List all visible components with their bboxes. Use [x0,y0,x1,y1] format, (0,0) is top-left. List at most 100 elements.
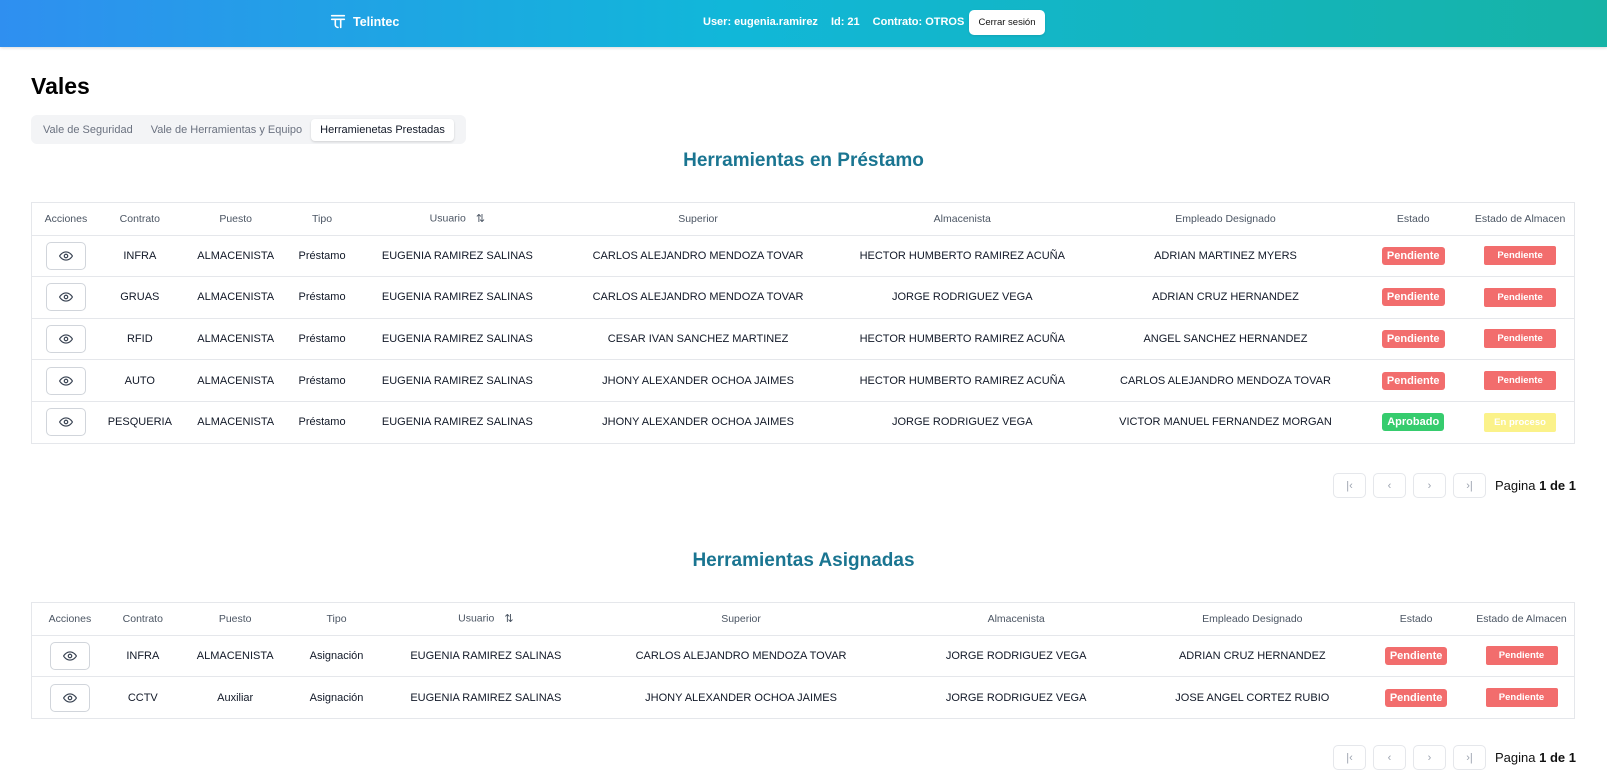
actions-cell [32,318,100,361]
cell-estado-almacen: Pendiente [1469,677,1574,719]
cell-usuario: EUGENIA RAMIREZ SALINAS [352,235,563,278]
table-row: AUTO ALMACENISTA Préstamo EUGENIA RAMIREZ S… [32,359,1574,402]
contract-label: Contrato: OTROS [872,16,965,28]
column-header: Contrato [107,603,178,636]
cell-tipo: Préstamo [291,276,353,319]
prev-page-button[interactable]: ‹ [1373,745,1406,770]
actions-cell [32,359,100,402]
table-row: PESQUERIA ALMACENISTA Préstamo EUGENIA RAMI… [32,401,1574,443]
cell-estado-almacen: Pendiente [1466,235,1574,278]
cell-almacenista: JORGE RODRIGUEZ VEGA [833,276,1091,319]
page-title: Vales [31,73,90,99]
cell-puesto: ALMACENISTA [179,235,292,278]
column-header-usuario[interactable]: Usuario ⇅ [352,203,563,236]
page-sep: de [1549,750,1566,765]
brand[interactable]: Telintec [329,13,399,31]
cell-usuario: EUGENIA RAMIREZ SALINAS [352,276,563,319]
actions-cell [32,635,108,677]
next-page-button[interactable]: › [1413,473,1446,498]
page-total: 1 [1568,478,1576,493]
column-header: Almacenista [833,203,1091,236]
logout-button[interactable]: Cerrar sesión [969,10,1045,35]
cell-estado: Pendiente [1360,276,1467,319]
cell-tipo: Préstamo [291,359,353,402]
cell-tipo: Asignación [309,691,364,704]
page-current: 1 [1539,750,1547,765]
table-row: GRUAS ALMACENISTA Préstamo EUGENIA RAMIREZ … [32,276,1574,319]
cell-estado: Aprobado [1360,401,1466,443]
eye-icon [58,415,73,429]
next-page-button[interactable]: › [1413,745,1446,770]
cell-puesto: ALMACENISTA [179,276,292,319]
cell-usuario: EUGENIA RAMIREZ SALINAS [352,318,563,361]
column-header: Superior [591,603,891,636]
loans-section-title: Herramientas en Préstamo [683,150,924,171]
first-page-button[interactable]: |‹ [1333,745,1366,770]
tab-vale-herramientas[interactable]: Vale de Herramientas y Equipo [142,119,311,141]
column-header: Puesto [179,203,292,236]
cell-contrato: INFRA [107,635,178,677]
cell-estado: Pendiente [1360,359,1467,402]
view-button[interactable] [49,641,90,670]
view-button[interactable] [49,683,90,712]
cell-almacenista: HECTOR HUMBERTO RAMIREZ ACUÑA [833,359,1091,402]
first-page-button[interactable]: |‹ [1333,473,1366,498]
column-header-usuario[interactable]: Usuario ⇅ [380,603,592,636]
cell-contrato: AUTO [99,359,180,402]
eye-icon [58,374,73,388]
page-prefix: Pagina [1495,750,1536,765]
last-page-button[interactable]: ›| [1453,745,1486,770]
cell-almacenista: HECTOR HUMBERTO RAMIREZ ACUÑA [833,318,1091,361]
actions-cell [32,401,100,443]
cell-empleado: ADRIAN CRUZ HERNANDEZ [1141,635,1364,677]
loans-pagination: |‹ ‹ › ›| Pagina 1 de 1 [1333,473,1576,498]
cell-almacenista: HECTOR HUMBERTO RAMIREZ ACUÑA [833,235,1091,278]
warehouse-status-badge: Pendiente [1484,287,1557,307]
column-header: Empleado Designado [1141,603,1364,636]
page-sep: de [1549,478,1566,493]
column-header: Superior [562,203,834,236]
cell-superior: JHONY ALEXANDER OCHOA JAIMES [602,416,794,429]
user-id-label: Id: 21 [830,16,860,28]
cell-superior: JHONY ALEXANDER OCHOA JAIMES [562,359,834,402]
user-info: User: eugenia.ramirez Id: 21 Contrato: O… [703,16,964,28]
cell-superior: CARLOS ALEJANDRO MENDOZA TOVAR [562,276,834,319]
user-label: User: eugenia.ramirez [703,16,818,28]
status-badge: Pendiente [1381,329,1445,348]
cell-usuario: EUGENIA RAMIREZ SALINAS [410,691,562,704]
sort-icon[interactable]: ⇅ [504,612,513,625]
actions-cell [32,276,100,319]
warehouse-status-badge: Pendiente [1485,688,1558,707]
table-row: RFID ALMACENISTA Préstamo EUGENIA RAMIREZ S… [32,318,1574,361]
status-badge: Pendiente [1384,688,1448,707]
tab-herramientas-prestadas[interactable]: Herramienetas Prestadas [311,118,454,141]
view-button[interactable] [45,241,86,270]
cell-contrato: INFRA [99,235,180,278]
prev-page-button[interactable]: ‹ [1373,473,1406,498]
view-button[interactable] [45,283,86,312]
column-header-label: Usuario [429,212,466,225]
column-header: Almacenista [890,603,1142,636]
eye-icon [58,332,73,346]
column-header: Empleado Designado [1090,203,1361,236]
column-header: Contrato [99,203,180,236]
cell-empleado: JOSE ANGEL CORTEZ RUBIO [1175,691,1330,704]
tab-vale-seguridad[interactable]: Vale de Seguridad [34,119,142,141]
last-page-button[interactable]: ›| [1453,473,1486,498]
column-header: Puesto [177,603,293,636]
view-button[interactable] [45,324,86,353]
view-button[interactable] [45,366,86,395]
table-header-row: Acciones Contrato Puesto Tipo Usuario ⇅ S… [32,203,1574,236]
column-header-label: Usuario [458,612,495,625]
column-header: Estado de Almacen [1469,603,1574,636]
sort-icon[interactable]: ⇅ [476,212,485,225]
top-bar: Telintec User: eugenia.ramirez Id: 21 Co… [0,0,1607,47]
cell-superior: JHONY ALEXANDER OCHOA JAIMES [645,691,837,704]
view-button[interactable] [45,408,86,437]
column-header: Tipo [292,603,381,636]
cell-estado: Pendiente [1360,235,1467,278]
cell-superior: CESAR IVAN SANCHEZ MARTINEZ [562,318,834,361]
telintec-logo-icon [330,14,346,29]
cell-tipo: Préstamo [291,318,353,361]
cell-empleado: VICTOR MANUEL FERNANDEZ MORGAN [1119,416,1332,429]
